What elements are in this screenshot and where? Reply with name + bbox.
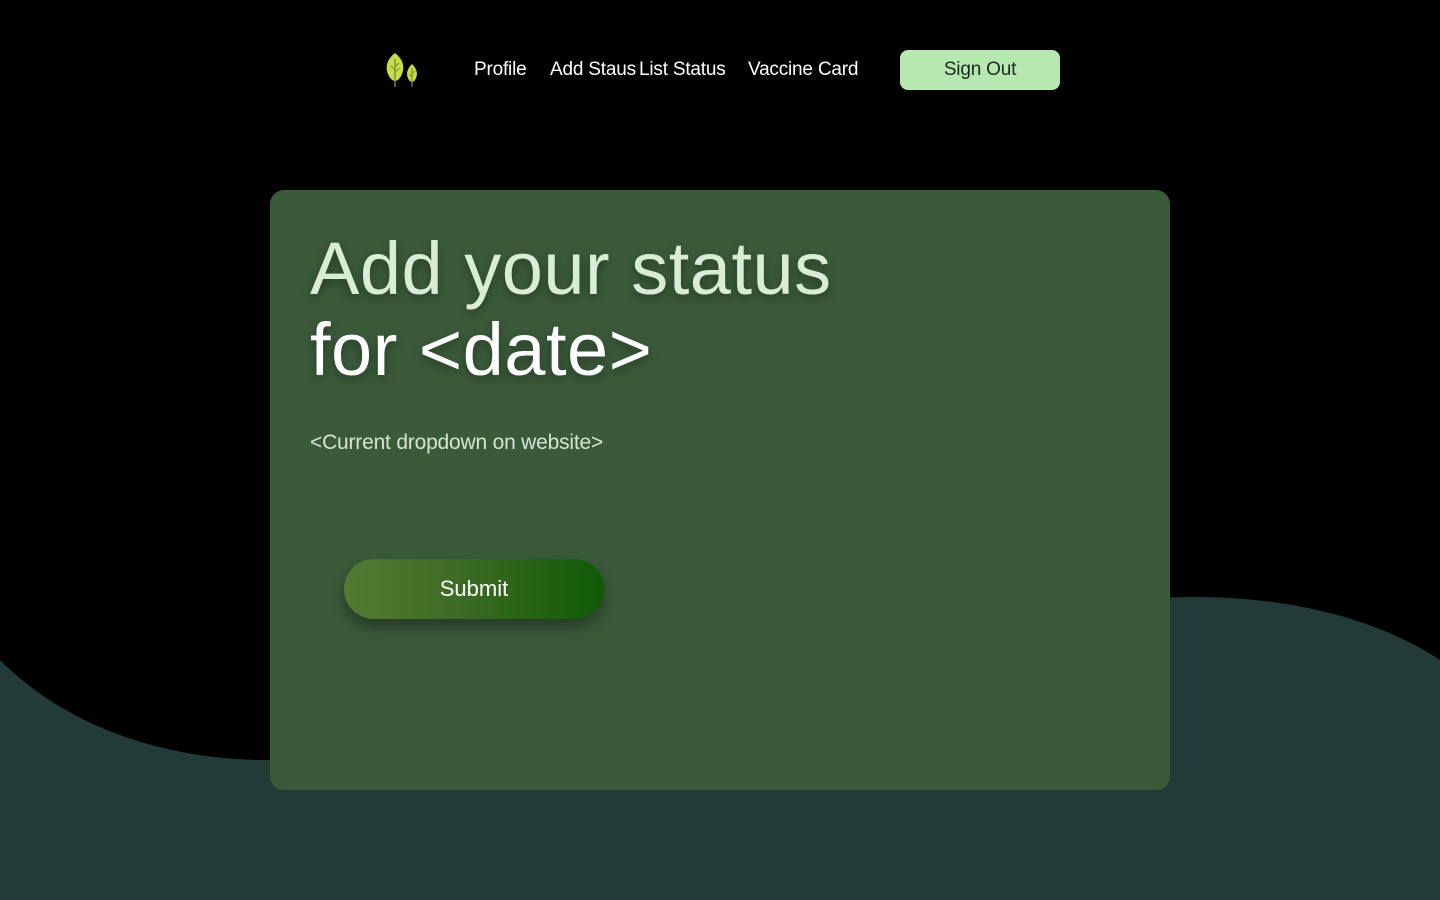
add-status-card: Add your status for <date> <Current drop… — [270, 190, 1170, 790]
page-title: Add your status for <date> — [310, 228, 1130, 390]
nav-link-list-status[interactable]: List Status — [639, 58, 726, 82]
top-navigation: Profile Add Staus List Status Vaccine Ca… — [0, 0, 1440, 140]
page-title-line-2: for <date> — [310, 308, 653, 391]
nav-link-add-status[interactable]: Add Staus — [550, 58, 636, 82]
nav-link-profile[interactable]: Profile — [474, 58, 527, 82]
sign-out-button[interactable]: Sign Out — [900, 50, 1060, 90]
page: Profile Add Staus List Status Vaccine Ca… — [0, 0, 1440, 900]
page-title-line-1: Add your status — [310, 227, 832, 310]
status-dropdown-placeholder[interactable]: <Current dropdown on website> — [310, 430, 603, 456]
submit-button[interactable]: Submit — [344, 559, 604, 619]
nav-link-vaccine-card[interactable]: Vaccine Card — [748, 58, 858, 82]
leaf-logo-icon[interactable] — [380, 50, 422, 90]
